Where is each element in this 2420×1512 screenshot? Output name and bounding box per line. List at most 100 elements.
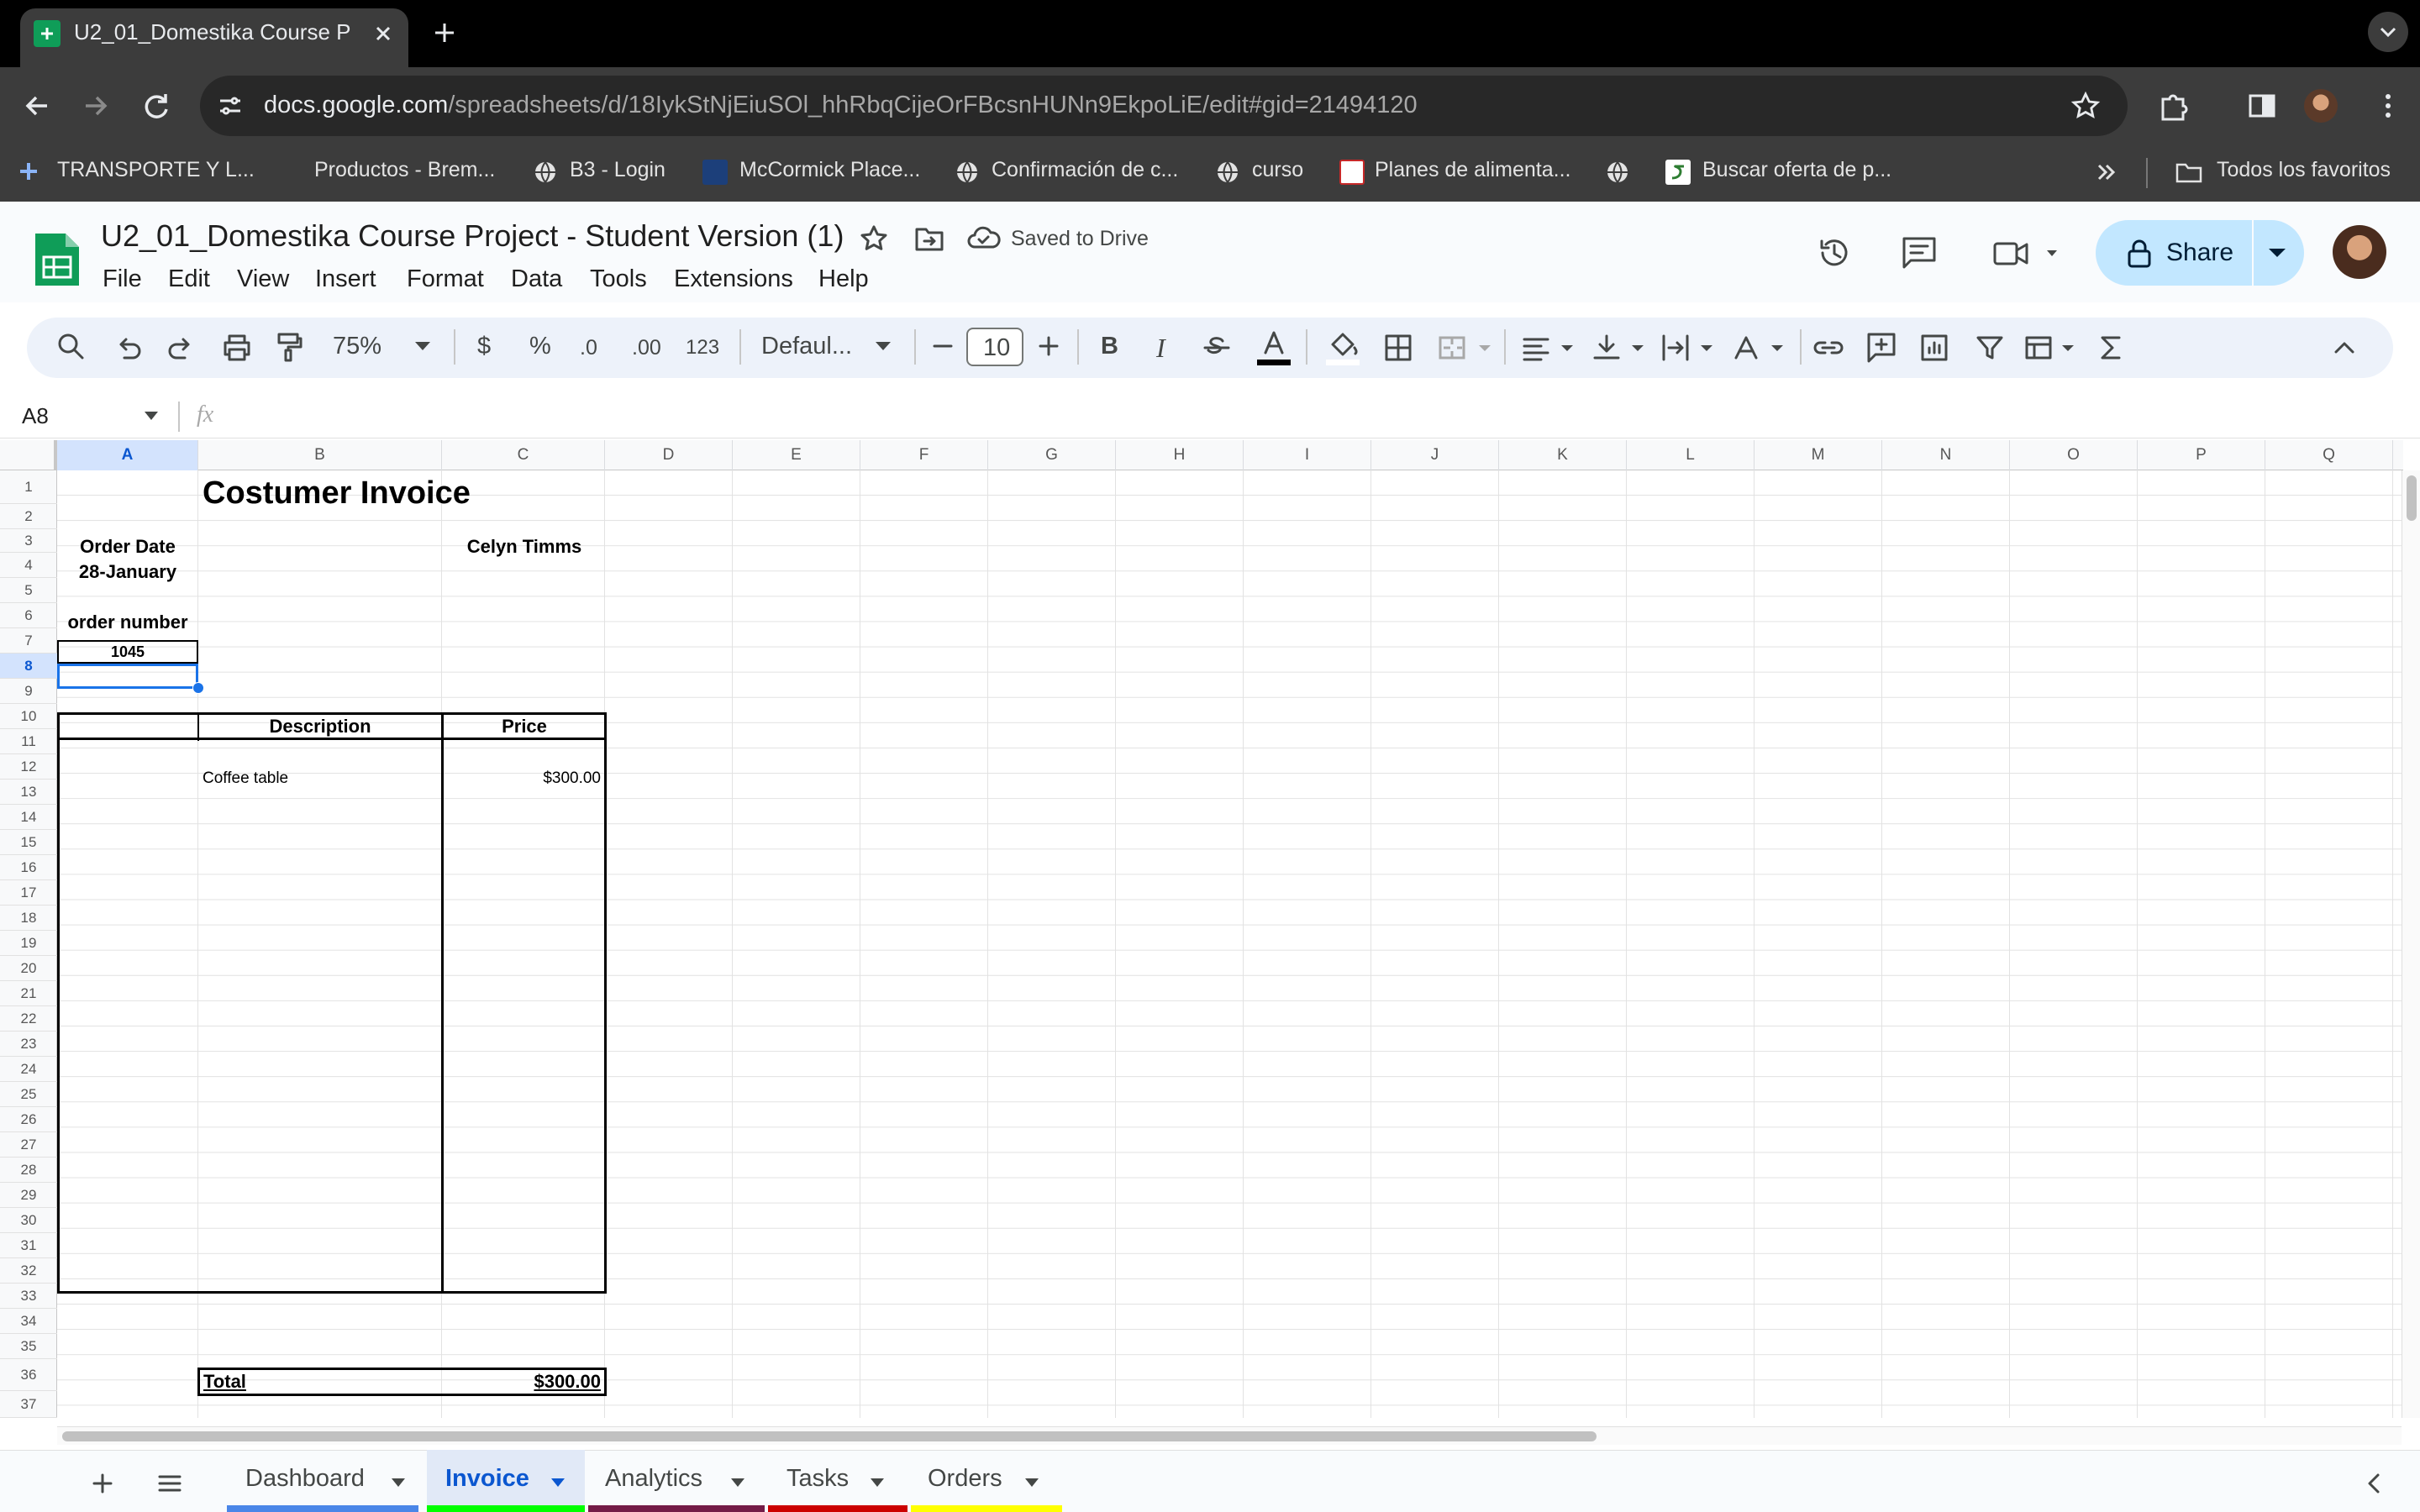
menu-format[interactable]: Format xyxy=(407,265,484,293)
all-sheets-icon[interactable] xyxy=(155,1468,185,1499)
column-header[interactable]: I xyxy=(1244,440,1371,470)
back-icon[interactable] xyxy=(20,89,54,123)
row-header[interactable]: 18 xyxy=(0,906,57,931)
row-header[interactable]: 30 xyxy=(0,1208,57,1233)
menu-data[interactable]: Data xyxy=(511,265,562,293)
tab-dropdown-icon[interactable] xyxy=(869,1477,886,1488)
forward-icon[interactable] xyxy=(79,89,113,123)
row-header[interactable]: 31 xyxy=(0,1233,57,1258)
vertical-align-icon[interactable] xyxy=(1591,333,1647,363)
order-number-value[interactable]: 1045 xyxy=(57,640,198,664)
vertical-scroll-thumb[interactable] xyxy=(2407,475,2417,521)
column-header[interactable]: H xyxy=(1116,440,1244,470)
close-tab-icon[interactable] xyxy=(370,20,397,47)
description-header[interactable]: Description xyxy=(198,716,442,738)
row-header[interactable]: 27 xyxy=(0,1132,57,1158)
row-header[interactable]: 7 xyxy=(0,628,57,654)
menu-view[interactable]: View xyxy=(237,265,289,293)
meet-icon[interactable] xyxy=(1991,237,2059,270)
bold-button[interactable]: B xyxy=(1101,333,1118,360)
row-header[interactable]: 19 xyxy=(0,931,57,956)
bookmark-item[interactable]: TRANSPORTE Y L... xyxy=(57,158,255,182)
menu-edit[interactable]: Edit xyxy=(168,265,210,293)
tab-dropdown-icon[interactable] xyxy=(729,1477,746,1488)
percent-format-button[interactable]: % xyxy=(529,333,551,360)
side-panel-icon[interactable] xyxy=(2245,89,2279,123)
row-header[interactable]: 12 xyxy=(0,754,57,780)
merge-cells-icon[interactable] xyxy=(1437,333,1496,363)
increase-decimal-button[interactable]: .00 xyxy=(632,336,661,360)
row-header[interactable]: 6 xyxy=(0,603,57,628)
column-header[interactable]: L xyxy=(1627,440,1754,470)
row-header[interactable]: 33 xyxy=(0,1284,57,1309)
row-header[interactable]: 13 xyxy=(0,780,57,805)
more-formats-button[interactable]: 123 xyxy=(686,336,719,360)
row-header[interactable]: 21 xyxy=(0,981,57,1006)
version-history-icon[interactable] xyxy=(1815,234,1854,272)
row-header[interactable]: 24 xyxy=(0,1057,57,1082)
column-header[interactable]: O xyxy=(2010,440,2138,470)
bookmark-star-icon[interactable] xyxy=(2070,91,2101,121)
row-header[interactable]: 14 xyxy=(0,805,57,830)
row-header[interactable]: 22 xyxy=(0,1006,57,1032)
sheets-logo-icon[interactable] xyxy=(32,230,82,289)
bookmark-item[interactable]: Buscar oferta de p... xyxy=(1702,158,1891,182)
tab-search-icon[interactable] xyxy=(2368,12,2408,52)
all-bookmarks[interactable]: Todos los favoritos xyxy=(2217,158,2391,182)
item-description[interactable]: Coffee table xyxy=(203,769,288,788)
menu-insert[interactable]: Insert xyxy=(315,265,376,293)
tab-dropdown-icon[interactable] xyxy=(390,1477,407,1488)
row-header[interactable]: 4 xyxy=(0,553,57,578)
column-header[interactable]: G xyxy=(988,440,1116,470)
menu-help[interactable]: Help xyxy=(818,265,869,293)
zoom-dropdown-icon[interactable] xyxy=(413,339,432,353)
fill-handle[interactable] xyxy=(192,682,204,694)
column-header[interactable]: C xyxy=(442,440,605,470)
new-tab-icon[interactable] xyxy=(430,18,459,47)
order-date-value[interactable]: 28-January xyxy=(57,561,198,583)
share-dropdown-icon[interactable] xyxy=(2265,244,2289,262)
zoom-value[interactable]: 75% xyxy=(333,333,381,360)
row-header[interactable]: 32 xyxy=(0,1258,57,1284)
insert-chart-icon[interactable] xyxy=(1919,333,1949,363)
font-dropdown-icon[interactable] xyxy=(874,339,892,353)
select-all-corner[interactable] xyxy=(0,440,57,470)
text-wrapping-icon[interactable] xyxy=(1660,333,1716,363)
column-header[interactable]: E xyxy=(733,440,860,470)
row-header[interactable]: 36 xyxy=(0,1359,57,1391)
name-box-dropdown-icon[interactable] xyxy=(143,410,160,422)
bookmark-item[interactable]: Confirmación de c... xyxy=(992,158,1178,182)
font-family-select[interactable]: Defaul... xyxy=(761,333,852,360)
row-header[interactable]: 5 xyxy=(0,578,57,603)
more-bookmarks-icon[interactable] xyxy=(2094,160,2119,185)
row-header[interactable]: 23 xyxy=(0,1032,57,1057)
row-header[interactable]: 29 xyxy=(0,1183,57,1208)
column-header[interactable]: M xyxy=(1754,440,1882,470)
fill-color-icon[interactable] xyxy=(1324,328,1361,366)
row-header[interactable]: 1 xyxy=(0,470,57,504)
invoice-title[interactable]: Costumer Invoice xyxy=(203,475,471,512)
browser-menu-icon[interactable] xyxy=(2371,89,2405,123)
tab-dropdown-icon[interactable] xyxy=(1023,1477,1040,1488)
menu-file[interactable]: File xyxy=(103,265,142,293)
horizontal-align-icon[interactable] xyxy=(1521,333,1576,363)
row-header[interactable]: 26 xyxy=(0,1107,57,1132)
filter-icon[interactable] xyxy=(1975,333,2005,363)
profile-avatar[interactable] xyxy=(2304,89,2338,123)
menu-extensions[interactable]: Extensions xyxy=(674,265,793,293)
total-label[interactable]: Total xyxy=(203,1371,246,1393)
star-icon[interactable] xyxy=(859,223,889,254)
customer-name[interactable]: Celyn Timms xyxy=(443,536,606,558)
reload-icon[interactable] xyxy=(139,89,173,123)
row-header[interactable]: 10 xyxy=(0,704,57,729)
total-value[interactable]: $300.00 xyxy=(443,1371,601,1393)
comments-icon[interactable] xyxy=(1901,235,1938,270)
paint-format-icon[interactable] xyxy=(274,331,304,363)
extensions-icon[interactable] xyxy=(2156,89,2190,123)
collapse-toolbar-icon[interactable] xyxy=(2331,334,2358,361)
column-header[interactable]: N xyxy=(1882,440,2010,470)
item-price[interactable]: $300.00 xyxy=(443,769,601,788)
undo-icon[interactable] xyxy=(113,333,143,363)
row-header[interactable]: 34 xyxy=(0,1309,57,1334)
column-header[interactable]: P xyxy=(2138,440,2265,470)
